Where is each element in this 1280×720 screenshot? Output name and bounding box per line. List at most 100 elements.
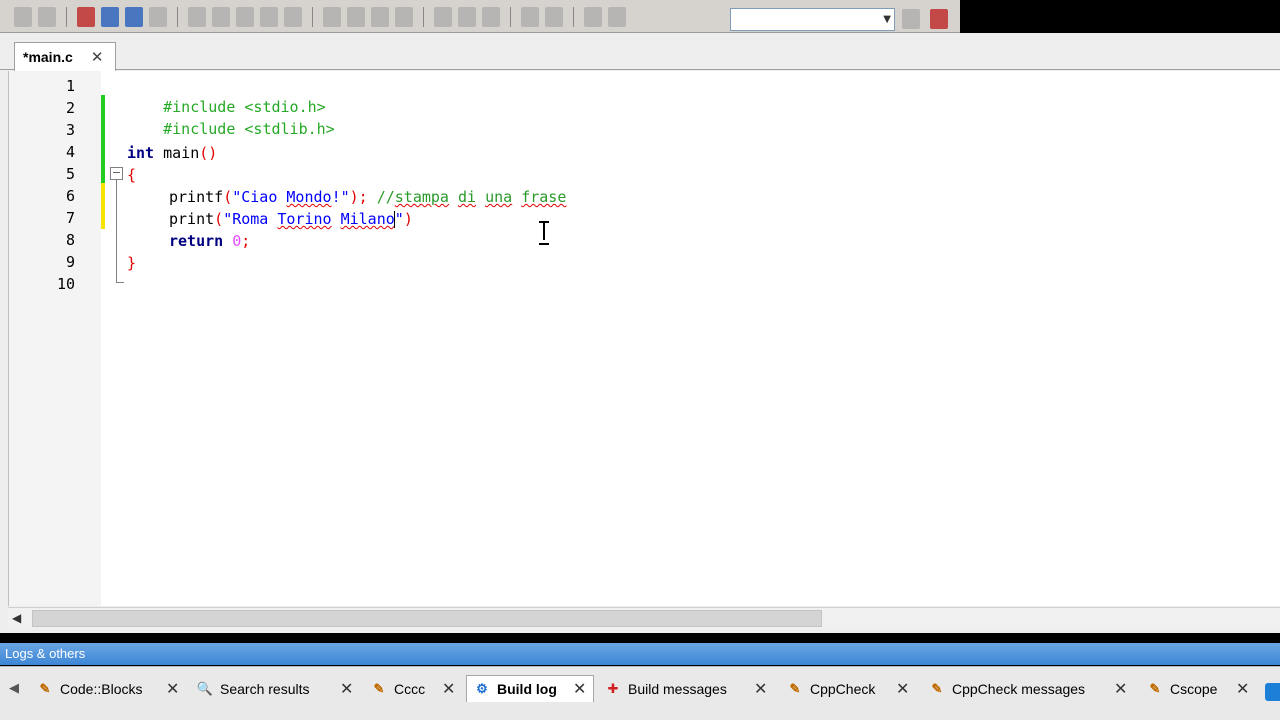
select-icon[interactable] xyxy=(212,7,230,27)
pointer-icon[interactable] xyxy=(188,7,206,27)
toolbar-separator xyxy=(573,7,574,27)
copy-icon[interactable] xyxy=(101,7,119,27)
operator: } xyxy=(127,254,137,272)
line-number: 4 xyxy=(65,143,75,161)
operator: ( xyxy=(223,188,233,206)
code-editor[interactable]: 1 2 3 4 5 6 7 8 9 10 − #include <stdio.h… xyxy=(8,71,1280,606)
log-tab-cccc[interactable]: ✎ Cccc ✕ xyxy=(364,675,464,702)
log-tab-label: Build log xyxy=(497,681,557,697)
code-line-2: #include <stdlib.h> xyxy=(127,99,335,138)
close-icon[interactable]: ✕ xyxy=(896,679,909,699)
comment-misspelled: frase xyxy=(521,188,567,206)
find-icon[interactable] xyxy=(149,7,167,27)
line-number: 9 xyxy=(65,253,75,271)
comment xyxy=(449,188,458,206)
code-line-9: } xyxy=(127,253,136,275)
stop-icon[interactable] xyxy=(930,9,948,29)
log-tab-label: CppCheck messages xyxy=(952,680,1086,697)
layout-icon[interactable] xyxy=(323,7,341,27)
log-tab-label: Build messages xyxy=(628,680,727,697)
layout-icon[interactable] xyxy=(395,7,413,27)
tools-icon[interactable] xyxy=(902,9,920,29)
tab-main-c[interactable]: *main.c ✕ xyxy=(14,42,116,71)
close-icon[interactable]: ✕ xyxy=(91,48,104,66)
log-tab-label: Search results xyxy=(220,680,310,697)
comment xyxy=(476,188,485,206)
pencil-icon: ✎ xyxy=(373,680,385,696)
pencil-icon: ✎ xyxy=(931,680,943,696)
line-number: 10 xyxy=(56,275,75,293)
line-number: 6 xyxy=(65,187,75,205)
code-line-8: return 0; xyxy=(169,231,250,253)
close-icon[interactable]: ✕ xyxy=(340,679,353,699)
string: " xyxy=(394,210,404,228)
string xyxy=(332,210,341,228)
close-icon[interactable]: ✕ xyxy=(573,679,586,699)
layout-icon[interactable] xyxy=(371,7,389,27)
toolbar-icons xyxy=(0,5,626,29)
grid-icon[interactable] xyxy=(482,7,500,27)
fold-collapse-icon[interactable]: − xyxy=(110,167,123,180)
comment-misspelled: una xyxy=(485,188,513,206)
toolbar-separator xyxy=(66,7,67,27)
editor-tabstrip: *main.c ✕ xyxy=(0,33,1280,71)
preprocessor: #include <stdlib.h> xyxy=(163,120,335,138)
log-tab-build-messages[interactable]: ✚ Build messages ✕ xyxy=(598,675,778,702)
close-icon[interactable]: ✕ xyxy=(754,679,767,699)
zoom-out-icon[interactable] xyxy=(545,7,563,27)
close-icon[interactable]: ✕ xyxy=(166,679,179,699)
operator: ; xyxy=(241,232,251,250)
redo-icon[interactable] xyxy=(38,7,56,27)
identifier: printf xyxy=(169,188,224,206)
close-icon[interactable]: ✕ xyxy=(442,679,455,699)
block-icon[interactable] xyxy=(260,7,278,27)
main-toolbar: ▼ xyxy=(0,0,960,33)
scroll-left-icon[interactable]: ◀ xyxy=(12,611,21,625)
cut-icon[interactable] xyxy=(77,7,95,27)
layout-icon[interactable] xyxy=(347,7,365,27)
script-icon[interactable] xyxy=(584,7,602,27)
close-icon[interactable]: ✕ xyxy=(1236,679,1249,699)
block-icon[interactable] xyxy=(284,7,302,27)
log-tab-cscope[interactable]: ✎ Cscope ✕ xyxy=(1140,675,1262,702)
grid-icon[interactable] xyxy=(458,7,476,27)
scroll-tabs-left-icon[interactable]: ◀ xyxy=(9,681,19,696)
line-number: 1 xyxy=(65,77,75,95)
mouse-ibeam-cursor xyxy=(539,221,549,245)
fold-line xyxy=(116,180,117,282)
toolbar-combobox[interactable]: ▼ xyxy=(730,8,895,31)
log-tab-cppcheck-messages[interactable]: ✎ CppCheck messages ✕ xyxy=(922,675,1138,702)
number: 0 xyxy=(232,232,242,250)
paste-icon[interactable] xyxy=(125,7,143,27)
comment-misspelled: stampa xyxy=(394,188,449,206)
undo-icon[interactable] xyxy=(14,7,32,27)
log-tab-cppcheck[interactable]: ✎ CppCheck ✕ xyxy=(780,675,920,702)
string: "Ciao xyxy=(232,188,287,206)
frame-icon[interactable] xyxy=(236,7,254,27)
logs-panel-header: Logs & others xyxy=(0,643,1280,665)
code-line-7: print("Roma Torino Milano") xyxy=(169,209,413,231)
scrollbar-thumb[interactable] xyxy=(32,610,822,627)
next-tab-icon[interactable] xyxy=(1265,683,1280,701)
grid-icon[interactable] xyxy=(434,7,452,27)
comment xyxy=(512,188,521,206)
string-misspelled: Torino xyxy=(277,210,332,228)
close-icon[interactable]: ✕ xyxy=(1114,679,1127,699)
horizontal-scrollbar[interactable]: ◀ xyxy=(8,607,1280,629)
operator: ( xyxy=(214,210,224,228)
change-marker-saved xyxy=(101,95,105,183)
chevron-down-icon[interactable]: ▼ xyxy=(883,14,891,25)
gear-icon: ⚙ xyxy=(476,681,488,696)
keyword: return xyxy=(169,232,224,250)
refresh-icon[interactable] xyxy=(608,7,626,27)
pencil-icon: ✎ xyxy=(1149,680,1161,696)
zoom-in-icon[interactable] xyxy=(521,7,539,27)
line-number: 2 xyxy=(65,99,75,117)
log-tab-build-log[interactable]: ⚙ Build log ✕ xyxy=(466,675,594,702)
log-tab-label: Cccc xyxy=(394,680,426,697)
line-number: 3 xyxy=(65,121,75,139)
log-tab-codeblocks[interactable]: ✎ Code::Blocks ✕ xyxy=(30,675,188,702)
log-tab-search-results[interactable]: 🔍 Search results ✕ xyxy=(190,675,362,702)
code-line-1: #include <stdio.h> xyxy=(127,77,326,116)
